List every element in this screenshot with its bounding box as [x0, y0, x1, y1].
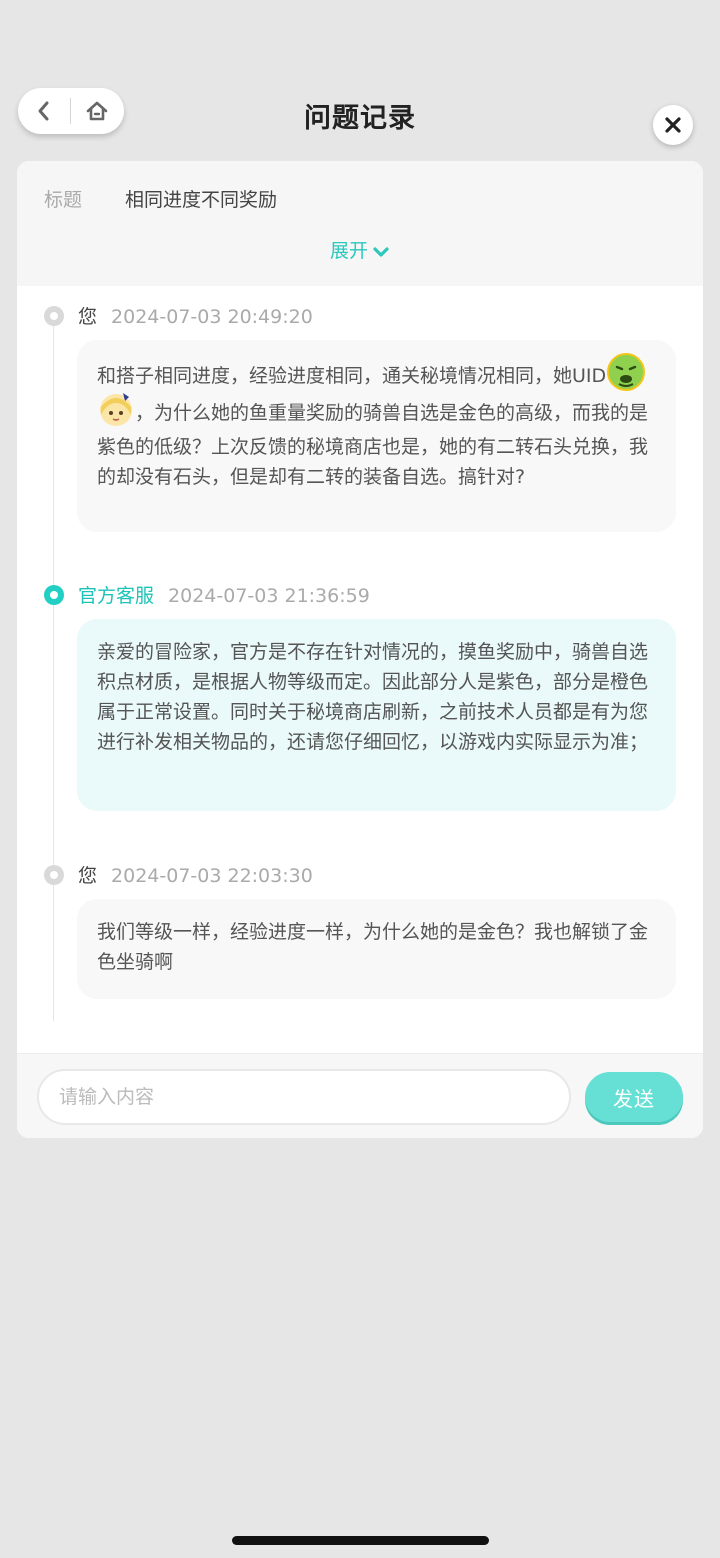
- expand-label: 展开: [329, 240, 368, 262]
- chevron-down-icon: [373, 246, 389, 257]
- message-text: 我们等级一样，经验进度一样，为什么她的是金色？我也解锁了金色坐骑啊: [97, 921, 649, 973]
- message-text: 亲爱的冒险家，官方是不存在针对情况的，摸鱼奖励中，骑兽自选积点材质，是根据人物等…: [97, 641, 649, 753]
- sender-name: 您: [78, 306, 98, 328]
- ticket-title-section: 标题 相同进度不同奖励 展开: [17, 161, 703, 286]
- message-time: 2024-07-03 22:03:30: [111, 865, 313, 887]
- timeline-dot: [44, 865, 64, 885]
- close-button[interactable]: [653, 105, 693, 145]
- title-value: 相同进度不同奖励: [125, 189, 278, 211]
- composer-bar: 发送: [17, 1053, 703, 1138]
- message-bubble: 和搭子相同进度，经验进度相同，通关秘境情况相同，她UID ，为什么她的鱼重量奖励…: [77, 340, 676, 532]
- message-header: 您 2024-07-03 22:03:30: [78, 861, 313, 888]
- home-indicator: [232, 1536, 489, 1545]
- message-time: 2024-07-03 21:36:59: [168, 585, 370, 607]
- anime-girl-emoji: [97, 389, 135, 438]
- timeline-dot-official: [44, 585, 64, 605]
- message-header: 您 2024-07-03 20:49:20: [78, 302, 313, 329]
- sick-face-emoji: [606, 352, 646, 401]
- message-input[interactable]: [37, 1069, 571, 1125]
- message-text-continued: ，为什么她的鱼重量奖励的骑兽自选是金色的高级，而我的是紫色的低级？上次反馈的秘境…: [97, 402, 649, 488]
- expand-button[interactable]: 展开: [17, 236, 703, 263]
- page-title: 问题记录: [304, 103, 416, 134]
- title-label: 标题: [44, 189, 83, 211]
- close-icon: [665, 117, 681, 133]
- send-button[interactable]: 发送: [585, 1072, 683, 1122]
- timeline-line: [53, 321, 54, 1021]
- message-bubble-official: 亲爱的冒险家，官方是不存在针对情况的，摸鱼奖励中，骑兽自选积点材质，是根据人物等…: [77, 619, 676, 811]
- ticket-card: 标题 相同进度不同奖励 展开 您 2024-07-03 20:49:20 和搭子相…: [17, 161, 703, 1138]
- message-header: 官方客服 2024-07-03 21:36:59: [78, 581, 370, 608]
- message-bubble: 我们等级一样，经验进度一样，为什么她的是金色？我也解锁了金色坐骑啊: [77, 899, 676, 999]
- sender-name: 官方客服: [78, 585, 155, 607]
- message-text: 和搭子相同进度，经验进度相同，通关秘境情况相同，她UID: [97, 365, 607, 387]
- sender-name: 您: [78, 865, 98, 887]
- timeline-dot: [44, 306, 64, 326]
- message-time: 2024-07-03 20:49:20: [111, 306, 313, 328]
